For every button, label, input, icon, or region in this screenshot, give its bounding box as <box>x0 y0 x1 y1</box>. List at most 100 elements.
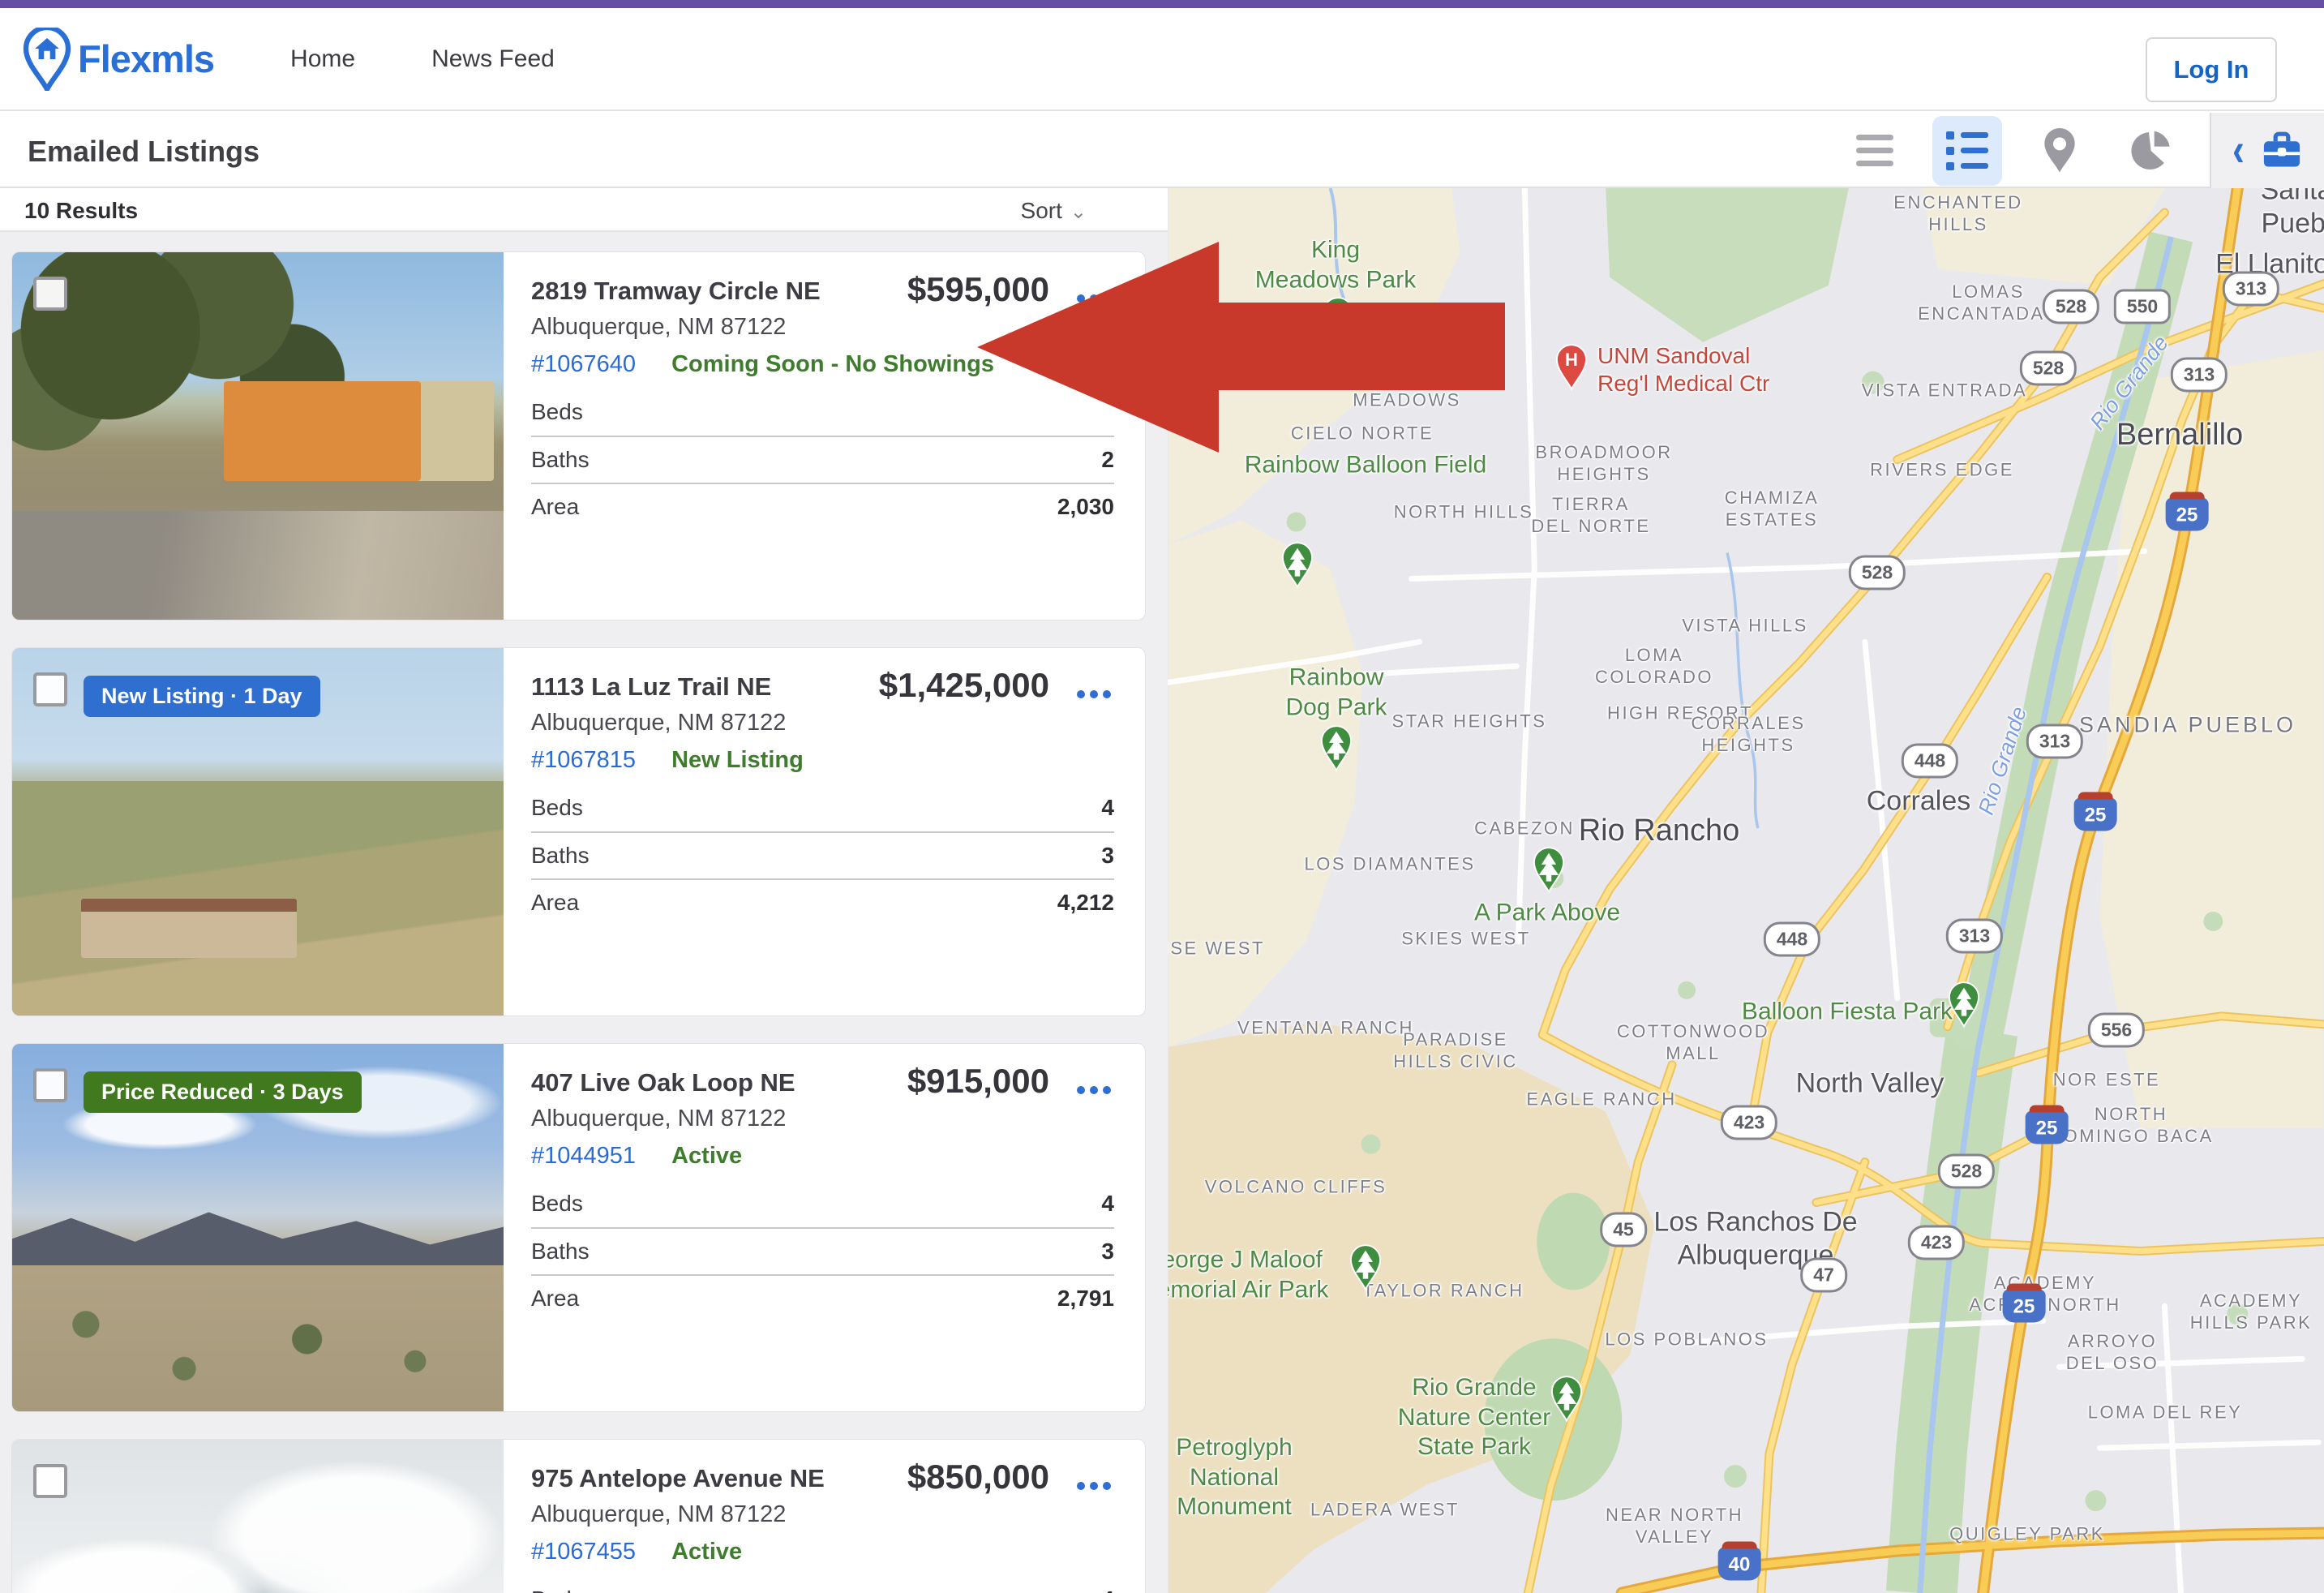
more-options-button[interactable] <box>1077 690 1111 698</box>
listing-badge: New Listing · 1 Day <box>84 676 320 717</box>
select-checkbox[interactable] <box>33 1068 67 1102</box>
listing-mls-number[interactable]: #1067455 <box>531 1539 636 1565</box>
listing-card[interactable]: New Listing · 1 Day 1113 La Luz Trail NE… <box>11 647 1146 1016</box>
map[interactable]: KingMeadows Park UNM SandovalReg'l Medica… <box>1168 188 2324 1593</box>
route-badge: 528 <box>1938 1154 1995 1189</box>
listing-address: Albuquerque, NM 87122 <box>531 1501 786 1528</box>
more-options-button[interactable] <box>1077 1086 1111 1094</box>
map-label: EAGLE RANCH <box>1526 1089 1676 1111</box>
map-label: VISTA ENTRADA <box>1862 380 2027 402</box>
list-view-button[interactable] <box>1932 116 2002 186</box>
map-label: SANDIA PUEBLO <box>2079 712 2296 739</box>
route-badge: 448 <box>1764 922 1820 957</box>
map-label: Balloon Fiesta Park <box>1742 998 1953 1028</box>
map-label: CORRALESHEIGHTS <box>1691 713 1805 757</box>
listing-photo[interactable]: Price Reduced · 3 Days <box>12 1044 504 1412</box>
listing-address: Albuquerque, NM 87122 <box>531 314 786 341</box>
map-label: KingMeadows Park <box>1255 235 1416 294</box>
sort-dropdown[interactable]: Sort⌄ <box>1021 198 1087 224</box>
flexmls-logo[interactable]: Flexmls <box>21 28 214 91</box>
toolkit-briefcase-icon[interactable] <box>2261 131 2303 171</box>
map-label: Rainbow Balloon Field <box>1245 451 1487 481</box>
route-badge: 528 <box>2020 351 2077 386</box>
pie-chart-icon <box>2130 129 2174 173</box>
map-label: LADERA WEST <box>1310 1500 1460 1522</box>
select-checkbox[interactable] <box>33 277 67 311</box>
chevron-down-icon: ⌄ <box>1070 201 1087 223</box>
listing-panel: 10 Results Sort⌄ 2819 Tramway Circle NE … <box>0 188 1168 1593</box>
top-accent-bar <box>0 0 2324 8</box>
listing-photo[interactable]: New Listing · 1 Day <box>12 648 504 1016</box>
listing-photo[interactable] <box>12 252 504 620</box>
map-label: UNM SandovalReg'l Medical Ctr <box>1597 342 1769 397</box>
summary-view-button[interactable] <box>1840 116 1910 186</box>
listing-title: 1113 La Luz Trail NE <box>531 672 771 702</box>
map-label: NORTH HILLS <box>1394 502 1534 524</box>
page-title: Emailed Listings <box>28 135 259 169</box>
listing-price: $595,000 <box>907 270 1049 309</box>
listing-status: New Listing <box>671 747 804 773</box>
map-label: PetroglyphNationalMonument <box>1176 1433 1292 1522</box>
map-label: Rio Grande <box>1973 703 2033 818</box>
map-label: CABEZON <box>1474 818 1575 840</box>
map-label: Bernalillo <box>2116 416 2243 453</box>
listing-card[interactable]: Price Reduced · 3 Days 407 Live Oak Loop… <box>11 1043 1146 1412</box>
route-badge: 313 <box>2171 358 2228 393</box>
more-options-button[interactable] <box>1077 294 1111 303</box>
map-label: LOS DIAMANTES <box>1305 854 1476 876</box>
map-label: TIERRADEL NORTE <box>1531 494 1650 538</box>
select-checkbox[interactable] <box>33 1464 67 1498</box>
route-badge: 313 <box>1946 919 2003 954</box>
map-label: ACADEMYHILLS PARK <box>2190 1290 2313 1334</box>
map-label: VOLCANO CLIFFS <box>1205 1177 1387 1199</box>
listing-title: 975 Antelope Avenue NE <box>531 1464 825 1493</box>
listing-mls-number[interactable]: #1067640 <box>531 351 636 377</box>
listing-title: 407 Live Oak Loop NE <box>531 1068 795 1097</box>
listing-specs: Beds4 Baths Area <box>531 1576 1114 1593</box>
map-label: ENCHANTEDHILLS <box>1893 192 2022 236</box>
collapse-chevron-left-icon[interactable]: ‹ <box>2232 127 2245 174</box>
map-label: CIELO NORTE <box>1291 423 1434 445</box>
listing-address: Albuquerque, NM 87122 <box>531 1106 786 1132</box>
map-label: PARADISE WEST <box>1168 938 1265 960</box>
map-label: VISTA HILLS <box>1682 616 1807 638</box>
map-label: TAYLOR RANCH <box>1362 1281 1524 1303</box>
map-label: STAR HEIGHTS <box>1392 711 1547 733</box>
map-label: Rio Rancho <box>1579 812 1740 849</box>
listing-mls-number[interactable]: #1067815 <box>531 747 636 773</box>
photo-decor <box>12 1206 504 1265</box>
login-button[interactable]: Log In <box>2146 37 2277 102</box>
listing-address: Albuquerque, NM 87122 <box>531 710 786 736</box>
listing-card[interactable]: 2819 Tramway Circle NE Albuquerque, NM 8… <box>11 251 1146 620</box>
select-checkbox[interactable] <box>33 672 67 706</box>
map-label: NOR ESTE <box>2053 1070 2160 1092</box>
map-label: PARADISEHILLS CIVIC <box>1393 1029 1517 1073</box>
map-label: CHAMIZAESTATES <box>1725 487 1820 531</box>
route-badge: 47 <box>1800 1258 1847 1293</box>
listing-mls-number[interactable]: #1044951 <box>531 1143 636 1169</box>
more-options-button[interactable] <box>1077 1482 1111 1490</box>
listing-photo[interactable] <box>12 1440 504 1593</box>
route-badge: 423 <box>1908 1226 1965 1260</box>
map-label: George J MaloofMemorial Air Park <box>1168 1245 1328 1304</box>
listing-card[interactable]: 975 Antelope Avenue NE Albuquerque, NM 8… <box>11 1439 1146 1593</box>
map-label: North Valley <box>1796 1067 1945 1100</box>
map-label: NORTHDOMINGO BACA <box>2048 1104 2214 1148</box>
map-label: MEADOWS <box>1353 390 1461 412</box>
map-label: LOMA DEL REY <box>2088 1402 2243 1424</box>
map-label: QUIGLEY PARK <box>1949 1524 2105 1546</box>
route-badge: 528 <box>1849 556 1906 590</box>
stats-view-button[interactable] <box>2117 116 2187 186</box>
nav-item-home[interactable]: Home <box>290 45 355 73</box>
photo-decor <box>12 1265 504 1412</box>
route-badge: 25 <box>2026 1111 2069 1144</box>
photo-decor <box>12 511 504 621</box>
map-view-button[interactable] <box>2025 116 2095 186</box>
map-label: BROADMOORHEIGHTS <box>1535 442 1672 486</box>
brand-name: Flexmls <box>78 36 214 81</box>
listing-badge: Price Reduced · 3 Days <box>84 1071 362 1113</box>
listing-price: $915,000 <box>907 1062 1049 1101</box>
nav-item-news-feed[interactable]: News Feed <box>431 45 555 73</box>
tree-pin <box>1348 1243 1383 1295</box>
list-view-icon <box>1946 131 1988 170</box>
